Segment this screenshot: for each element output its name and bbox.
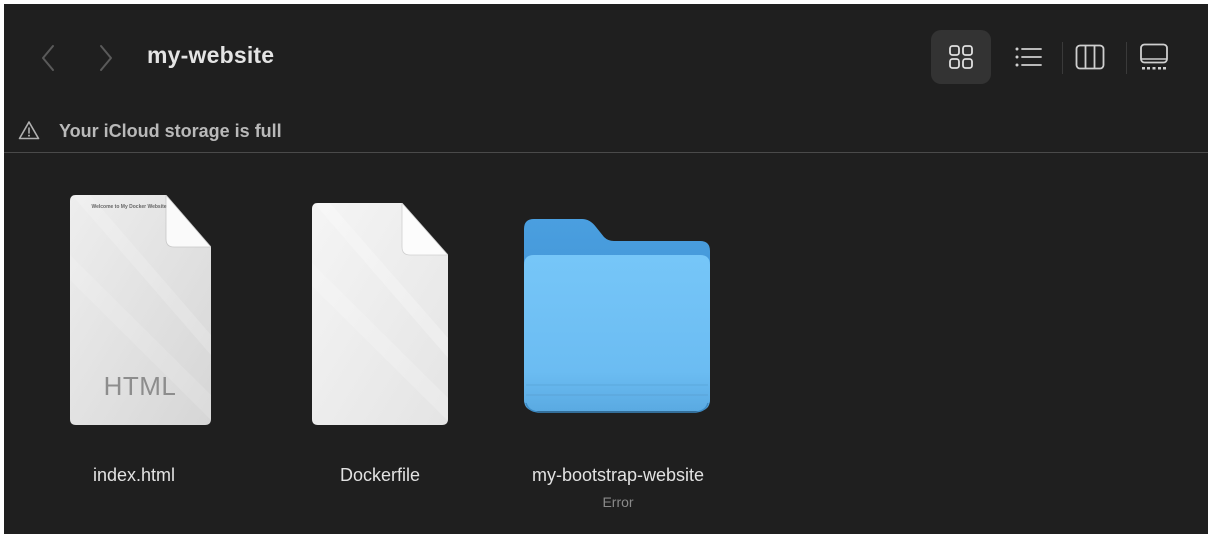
warning-icon <box>18 121 40 140</box>
file-name: my-bootstrap-website <box>531 465 705 485</box>
toolbar: my-website <box>4 4 1208 108</box>
columns-icon <box>1075 44 1105 70</box>
forward-button[interactable] <box>94 40 118 76</box>
folder-icon <box>524 219 714 415</box>
grid-icon <box>949 45 973 69</box>
icloud-storage-banner[interactable]: Your iCloud storage is full <box>4 108 1208 153</box>
html-badge-label: HTML <box>103 371 177 401</box>
finder-window: my-website Your iCloud storage is full W… <box>4 4 1208 534</box>
html-document-icon: Welcome to My Docker Website HTML <box>70 195 211 425</box>
forward-chevron-icon <box>100 45 112 71</box>
back-chevron-icon <box>42 45 54 71</box>
file-item-index-html[interactable]: Welcome to My Docker Website HTML index.… <box>14 153 254 533</box>
view-as-columns-button[interactable] <box>1060 30 1120 84</box>
window-title: my-website <box>147 42 275 68</box>
list-icon <box>1015 47 1042 67</box>
banner-message: Your iCloud storage is full <box>59 121 282 141</box>
back-button[interactable] <box>36 40 60 76</box>
file-grid: Welcome to My Docker Website HTML index.… <box>4 153 1208 534</box>
document-icon <box>312 203 448 425</box>
file-name: index.html <box>92 465 176 485</box>
file-name: Dockerfile <box>339 465 421 485</box>
gallery-icon <box>1140 43 1168 70</box>
view-as-gallery-button[interactable] <box>1124 30 1184 84</box>
file-status-error: Error <box>602 494 634 510</box>
view-as-icons-button[interactable] <box>931 30 991 84</box>
file-item-my-bootstrap-website[interactable]: my-bootstrap-website Error <box>498 153 738 533</box>
view-as-list-button[interactable] <box>998 30 1058 84</box>
file-item-dockerfile[interactable]: Dockerfile <box>260 153 500 533</box>
preview-title: Welcome to My Docker Website <box>91 204 167 210</box>
